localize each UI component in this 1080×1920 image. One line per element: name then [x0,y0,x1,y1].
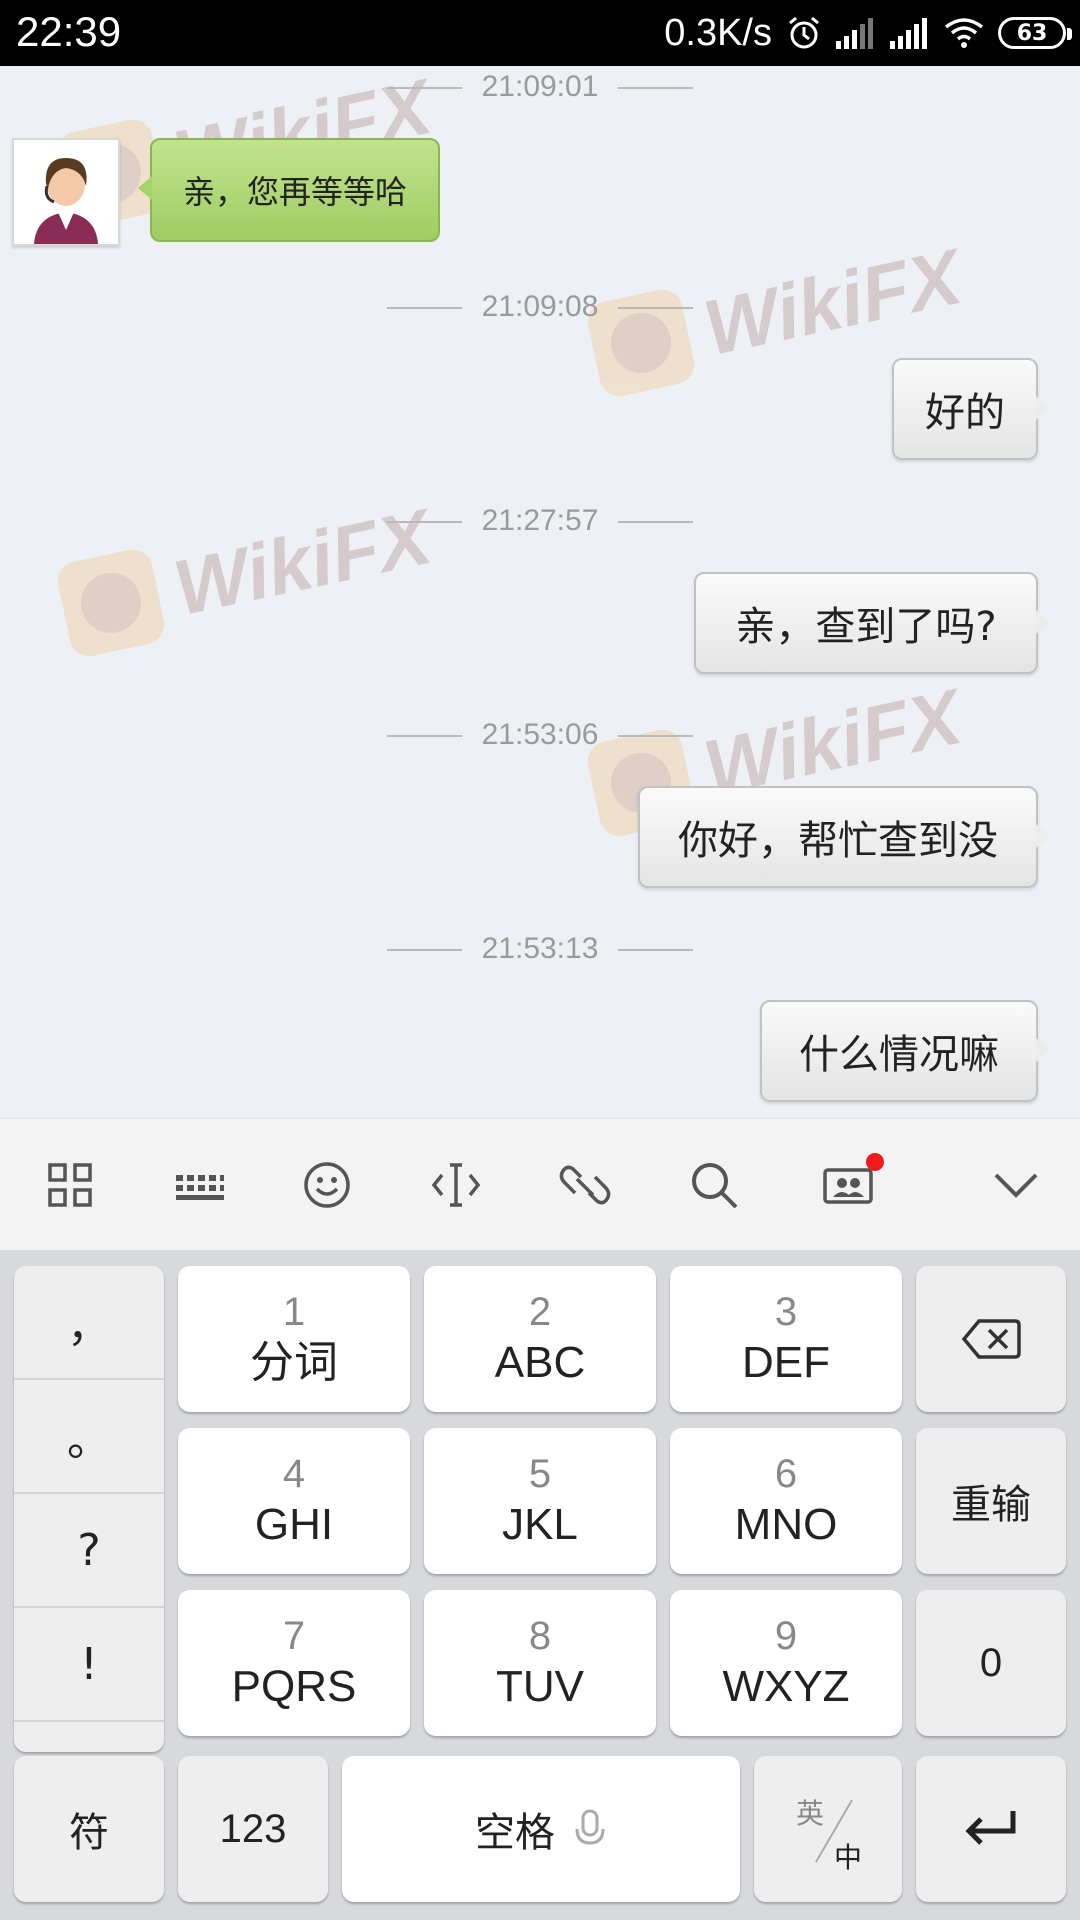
punct-key-exclaim[interactable]: ! [14,1608,164,1722]
punct-key-period[interactable]: 。 [14,1380,164,1494]
link-icon[interactable] [547,1147,623,1223]
key-5[interactable]: 5 JKL [424,1428,656,1574]
key-0[interactable]: 0 [916,1590,1066,1736]
backspace-icon [961,1319,1021,1359]
retype-key[interactable]: 重输 [916,1428,1066,1574]
emoji-icon[interactable] [289,1147,365,1223]
wifi-icon [944,18,984,48]
status-indicators: 0.3K/s 63 [664,10,1072,56]
network-speed: 0.3K/s [664,11,772,54]
alarm-icon [789,16,819,49]
key-6[interactable]: 6 MNO [670,1428,902,1574]
backspace-key[interactable] [916,1266,1066,1412]
cursor-icon[interactable] [418,1147,494,1223]
keyboard-toolbar [0,1118,1080,1250]
message-timestamp: 21:09:08 [0,290,1080,324]
keyboard-icon[interactable] [160,1147,236,1223]
message-bubble-outgoing[interactable]: 亲，查到了吗? [694,572,1050,674]
key-1[interactable]: 1 分词 [178,1266,410,1412]
signal-icon [890,18,927,49]
keyboard: ， 。 ? ! 1 分词 2 ABC 3 DEF 4 GHI 5 JKL 6 M… [0,1250,1080,1920]
chat-area[interactable]: WikiFX WikiFX WikiFX WikiFX 21:09:01 亲，您… [0,66,1080,1118]
punctuation-column[interactable]: ， 。 ? ! [14,1266,164,1752]
message-timestamp: 21:53:13 [0,932,1080,966]
battery-icon: 63 [998,17,1072,49]
key-2[interactable]: 2 ABC [424,1266,656,1412]
key-9[interactable]: 9 WXYZ [670,1590,902,1736]
microphone-icon [575,1809,605,1845]
language-switch-key[interactable]: 英 中 [754,1756,902,1902]
enter-key[interactable] [916,1756,1066,1902]
symbols-key[interactable]: 符 [14,1756,164,1902]
message-timestamp: 21:27:57 [0,504,1080,538]
punct-key-comma[interactable]: ， [14,1266,164,1380]
key-7[interactable]: 7 PQRS [178,1590,410,1736]
search-icon[interactable] [676,1147,752,1223]
message-bubble-outgoing[interactable]: 什么情况嘛 [760,1000,1050,1102]
enter-icon [965,1811,1016,1845]
key-3[interactable]: 3 DEF [670,1266,902,1412]
status-time: 22:39 [16,8,122,55]
agent-avatar-icon [14,140,118,244]
numbers-key[interactable]: 123 [178,1756,328,1902]
watermark-logo-icon [54,545,168,660]
message-timestamp: 21:09:01 [0,70,1080,104]
status-bar: 22:39 0.3K/s 63 [0,0,1080,66]
grid-icon[interactable] [32,1147,108,1223]
key-4[interactable]: 4 GHI [178,1428,410,1574]
signal-icon [836,18,873,49]
agent-avatar[interactable] [12,138,120,246]
contact-card-icon[interactable] [810,1147,886,1223]
punct-key-question[interactable]: ? [14,1494,164,1608]
message-timestamp: 21:53:06 [0,718,1080,752]
message-bubble-incoming[interactable]: 亲，您再等等哈 [138,138,440,242]
collapse-chevron-icon[interactable] [978,1147,1054,1223]
message-bubble-outgoing[interactable]: 好的 [892,358,1050,460]
notification-dot [866,1153,884,1171]
key-8[interactable]: 8 TUV [424,1590,656,1736]
space-key[interactable]: 空格 [342,1756,740,1902]
message-bubble-outgoing[interactable]: 你好，帮忙查到没 [638,786,1050,888]
